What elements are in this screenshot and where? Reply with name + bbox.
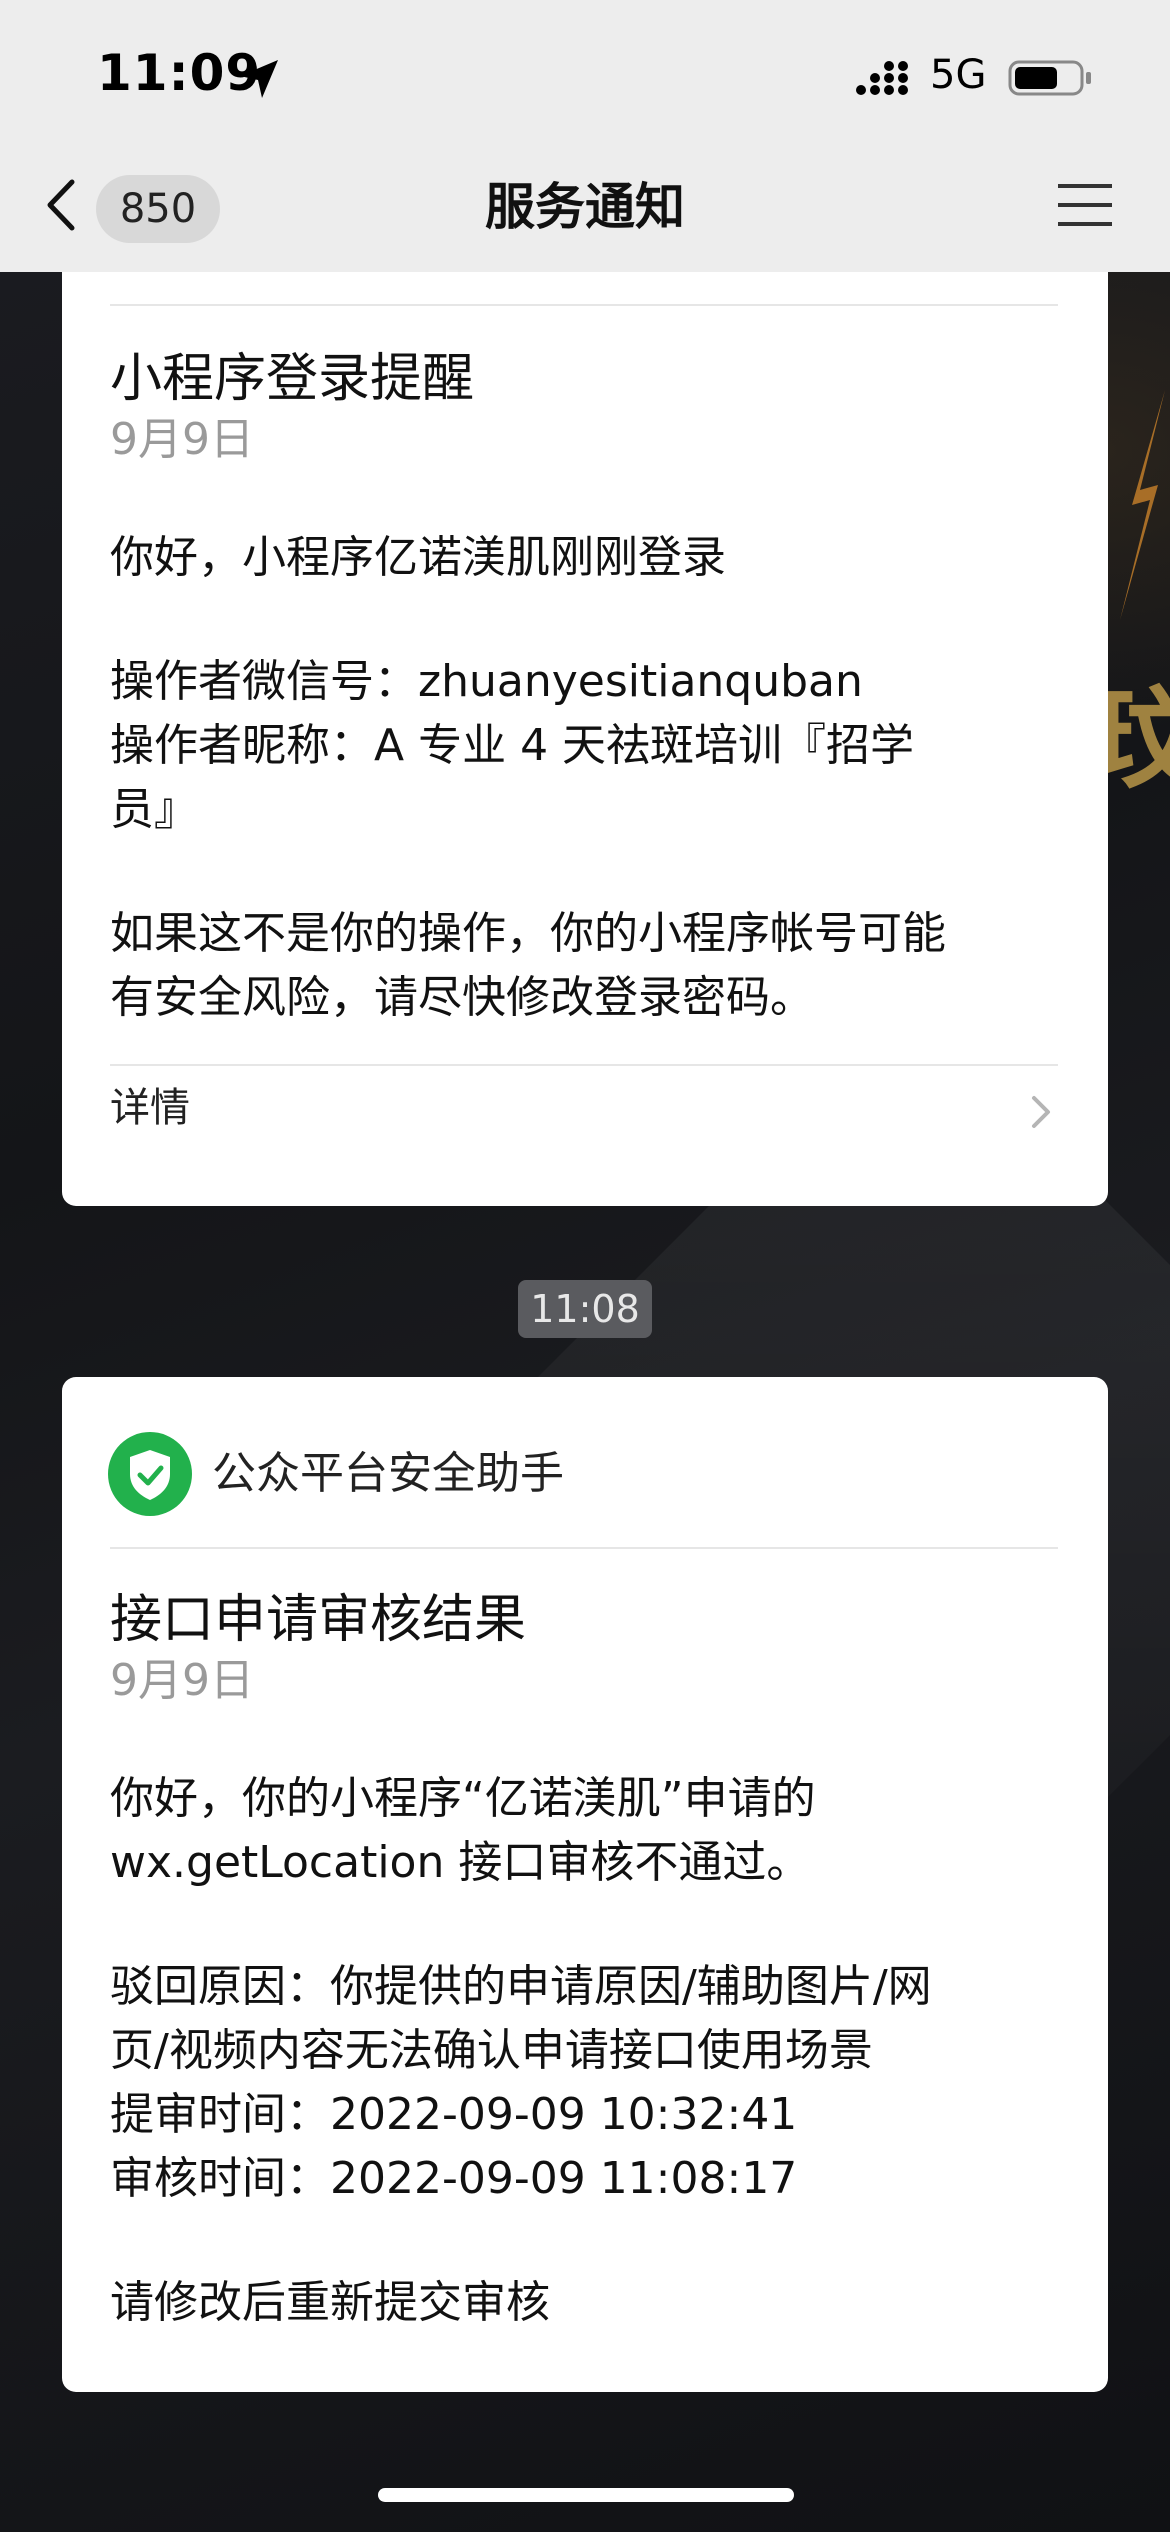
details-link[interactable]: 详情 — [110, 1080, 190, 1136]
card-divider — [110, 304, 1058, 306]
location-arrow-icon — [240, 60, 278, 98]
page-title: 服务通知 — [485, 178, 685, 236]
card-body-line: 你好，你的小程序“亿诺渼肌”申请的 — [110, 1773, 816, 1824]
card-body-line: 请修改后重新提交审核 — [110, 2277, 550, 2328]
card-date: 9月9日 — [110, 414, 254, 465]
notification-card-api-review[interactable]: 公众平台安全助手 接口申请审核结果 9月9日 你好，你的小程序“亿诺渼肌”申请的… — [62, 1377, 1108, 2392]
back-chevron-icon[interactable] — [40, 170, 80, 240]
signal-strength-icon — [856, 61, 908, 95]
network-type-label: 5G — [930, 52, 987, 98]
card-body-line: 有安全风险，请尽快修改登录密码。 — [110, 972, 814, 1023]
chevron-right-icon[interactable] — [1028, 1092, 1054, 1132]
card-body-line: 提审时间：2022-09-09 10:32:41 — [110, 2089, 798, 2140]
background-bolt-graphic — [1120, 370, 1170, 620]
message-timestamp: 11:08 — [518, 1280, 652, 1338]
card-body-line: 驳回原因：你提供的申请原因/辅助图片/网 — [110, 1961, 932, 2012]
shield-check-icon — [108, 1432, 192, 1516]
sender-name: 公众平台安全助手 — [212, 1448, 564, 1499]
card-body-line: 如果这不是你的操作，你的小程序帐号可能 — [110, 908, 946, 959]
card-date: 9月9日 — [110, 1655, 254, 1706]
card-divider — [110, 1064, 1058, 1066]
card-body-line: 你好，小程序亿诺渼肌刚刚登录 — [110, 532, 726, 583]
card-body-line: 员』 — [110, 784, 198, 835]
card-title: 接口申请审核结果 — [110, 1590, 527, 1650]
notification-card-login-reminder[interactable]: 小程序登录提醒 9月9日 你好，小程序亿诺渼肌刚刚登录 操作者微信号：zhuan… — [62, 240, 1108, 1206]
home-indicator[interactable] — [378, 2488, 794, 2502]
card-divider — [110, 1547, 1058, 1549]
menu-icon[interactable] — [1056, 180, 1114, 230]
card-body-line: wx.getLocation 接口审核不通过。 — [110, 1837, 811, 1888]
card-body-line: 审核时间：2022-09-09 11:08:17 — [110, 2153, 798, 2204]
card-body-line: 页/视频内容无法确认申请接口使用场景 — [110, 2025, 873, 2076]
card-body-line: 操作者昵称：A 专业 4 天祛斑培训『招学 — [110, 720, 915, 771]
card-title: 小程序登录提醒 — [110, 349, 475, 409]
unread-count-badge[interactable]: 850 — [96, 175, 220, 243]
card-body-line: 操作者微信号：zhuanyesitianquban — [110, 656, 863, 707]
battery-icon — [1008, 60, 1091, 96]
header: 11:09 5G 850 服务通知 — [0, 0, 1170, 272]
